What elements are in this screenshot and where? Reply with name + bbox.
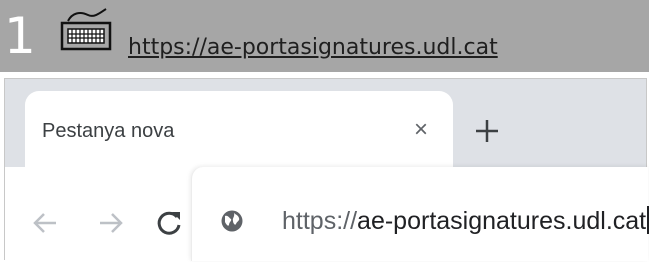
step-header: 1 https://ae-portasignatures.udl.cat (0, 0, 649, 72)
tab-new[interactable]: Pestanya nova × (25, 91, 453, 177)
browser-window: Pestanya nova × https://ae-portasignatur… (4, 78, 649, 261)
arrow-right-icon[interactable] (95, 207, 127, 239)
address-bar[interactable]: https://ae-portasignatures.udl.cat (191, 167, 649, 261)
browser-toolbar: https://ae-portasignatures.udl.cat (5, 167, 649, 261)
reload-icon[interactable] (153, 207, 185, 239)
url-input[interactable]: https://ae-portasignatures.udl.cat (282, 205, 649, 237)
arrow-left-icon[interactable] (29, 207, 61, 239)
url-host: ae-portasignatures.udl.cat (357, 207, 647, 235)
plus-icon[interactable] (467, 111, 507, 151)
globe-icon (221, 210, 243, 232)
url-scheme: https:// (282, 207, 358, 235)
step-url-link[interactable]: https://ae-portasignatures.udl.cat (128, 34, 498, 62)
keyboard-icon (60, 8, 112, 51)
tab-close-icon[interactable]: × (407, 116, 435, 144)
tab-title: Pestanya nova (42, 120, 175, 142)
step-number: 1 (4, 7, 36, 65)
